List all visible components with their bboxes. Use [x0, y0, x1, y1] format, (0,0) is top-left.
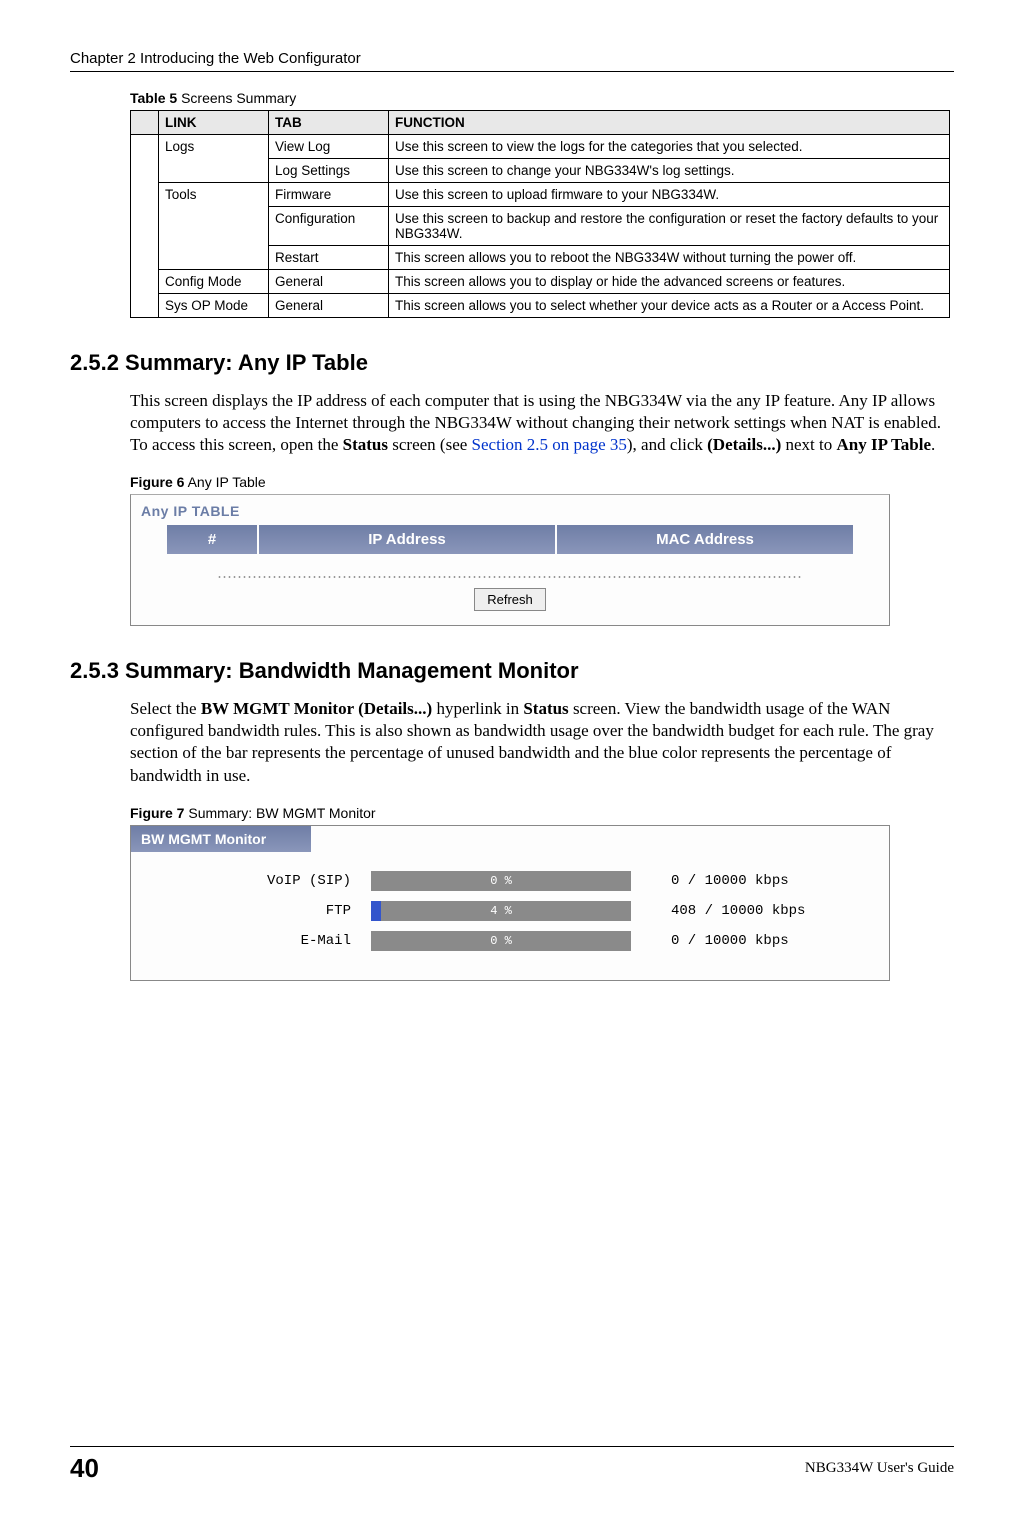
any-ip-header-row: # IP Address MAC Address: [137, 525, 883, 554]
text: hyperlink in: [432, 699, 523, 718]
blank-cell: [131, 135, 159, 159]
fn-cell: This screen allows you to reboot the NBG…: [389, 246, 950, 270]
header-rule: [70, 71, 954, 72]
link-cell: Config Mode: [159, 270, 269, 294]
col-hash: #: [167, 525, 257, 554]
blank-cell: [131, 207, 159, 246]
fn-cell: Use this screen to backup and restore th…: [389, 207, 950, 246]
text: .: [931, 435, 935, 454]
bw-value: 0 / 10000 kbps: [631, 873, 789, 889]
link-cell: Logs: [159, 135, 269, 183]
paragraph: This screen displays the IP address of e…: [130, 390, 950, 456]
bold-bw-mgmt-monitor-link: BW MGMT Monitor (Details...): [201, 699, 432, 718]
bw-bar: 0 %: [371, 871, 631, 891]
heading-2-5-2: 2.5.2 Summary: Any IP Table: [70, 350, 954, 376]
bw-bar-text: 0 %: [371, 871, 631, 891]
bw-label: E-Mail: [151, 933, 371, 949]
th-tab: TAB: [269, 111, 389, 135]
col-mac-address: MAC Address: [557, 525, 853, 554]
footer-rule: [70, 1446, 954, 1447]
figure-7-bw-mgmt-monitor: BW MGMT Monitor VoIP (SIP) 0 % 0 / 10000…: [130, 825, 890, 981]
blank-cell: [131, 270, 159, 294]
blank-cell: [131, 294, 159, 318]
tab-cell: Log Settings: [269, 159, 389, 183]
bw-label: VoIP (SIP): [151, 873, 371, 889]
fn-cell: This screen allows you to select whether…: [389, 294, 950, 318]
fn-cell: Use this screen to view the logs for the…: [389, 135, 950, 159]
text: ), and click: [627, 435, 707, 454]
tab-cell: Configuration: [269, 207, 389, 246]
link-cell: Tools: [159, 183, 269, 270]
figure-7-title: Summary: BW MGMT Monitor: [184, 805, 375, 821]
page-footer: 40 NBG334W User's Guide: [70, 1446, 954, 1484]
fn-cell: Use this screen to upload firmware to yo…: [389, 183, 950, 207]
bw-bar: 4 %: [371, 901, 631, 921]
table-row: Config Mode General This screen allows y…: [131, 270, 950, 294]
bold-any-ip-table: Any IP Table: [837, 435, 932, 454]
screens-summary-table: LINK TAB FUNCTION Logs View Log Use this…: [130, 110, 950, 318]
bw-bar-text: 4 %: [371, 901, 631, 921]
tab-cell: Firmware: [269, 183, 389, 207]
figure-6-label: Figure 6: [130, 474, 184, 490]
bw-bar-text: 0 %: [371, 931, 631, 951]
text: Select the: [130, 699, 201, 718]
tab-cell: Restart: [269, 246, 389, 270]
tab-cell: General: [269, 294, 389, 318]
blank-cell: [131, 246, 159, 270]
bw-row-voip: VoIP (SIP) 0 % 0 / 10000 kbps: [131, 866, 889, 896]
table-5-title: Screens Summary: [177, 90, 296, 106]
text: next to: [781, 435, 836, 454]
table-5-caption: Table 5 Screens Summary: [130, 90, 954, 106]
chapter-header: Chapter 2 Introducing the Web Configurat…: [70, 50, 954, 67]
table-5-label: Table 5: [130, 90, 177, 106]
page-number: 40: [70, 1453, 118, 1484]
bw-row-email: E-Mail 0 % 0 / 10000 kbps: [131, 926, 889, 956]
bold-status: Status: [523, 699, 568, 718]
dotted-divider: [217, 576, 803, 578]
figure-7-label: Figure 7: [130, 805, 184, 821]
any-ip-table-title: Any IP TABLE: [137, 501, 883, 525]
guide-name: NBG334W User's Guide: [805, 1460, 954, 1477]
blank-cell: [131, 183, 159, 207]
figure-6-caption: Figure 6 Any IP Table: [130, 474, 954, 490]
tab-cell: General: [269, 270, 389, 294]
refresh-button[interactable]: Refresh: [474, 588, 546, 611]
bold-details: (Details...): [707, 435, 781, 454]
th-function: FUNCTION: [389, 111, 950, 135]
tab-cell: View Log: [269, 135, 389, 159]
bw-bar: 0 %: [371, 931, 631, 951]
bw-value: 0 / 10000 kbps: [631, 933, 789, 949]
text: screen (see: [388, 435, 472, 454]
bw-value: 408 / 10000 kbps: [631, 903, 805, 919]
figure-6-any-ip-table: Any IP TABLE # IP Address MAC Address Re…: [130, 494, 890, 626]
table-row: Sys OP Mode General This screen allows y…: [131, 294, 950, 318]
paragraph: Select the BW MGMT Monitor (Details...) …: [130, 698, 950, 786]
bw-label: FTP: [151, 903, 371, 919]
link-section-2-5[interactable]: Section 2.5 on page 35: [472, 435, 627, 454]
th-link: LINK: [159, 111, 269, 135]
link-cell: Sys OP Mode: [159, 294, 269, 318]
table-row: Logs View Log Use this screen to view th…: [131, 135, 950, 159]
bold-status: Status: [343, 435, 388, 454]
fn-cell: Use this screen to change your NBG334W's…: [389, 159, 950, 183]
figure-7-caption: Figure 7 Summary: BW MGMT Monitor: [130, 805, 954, 821]
blank-cell: [131, 159, 159, 183]
th-blank: [131, 111, 159, 135]
fn-cell: This screen allows you to display or hid…: [389, 270, 950, 294]
bw-mgmt-monitor-tab: BW MGMT Monitor: [131, 826, 311, 852]
table-row: Tools Firmware Use this screen to upload…: [131, 183, 950, 207]
col-ip-address: IP Address: [259, 525, 555, 554]
heading-2-5-3: 2.5.3 Summary: Bandwidth Management Moni…: [70, 658, 954, 684]
figure-6-title: Any IP Table: [184, 474, 265, 490]
bw-row-ftp: FTP 4 % 408 / 10000 kbps: [131, 896, 889, 926]
